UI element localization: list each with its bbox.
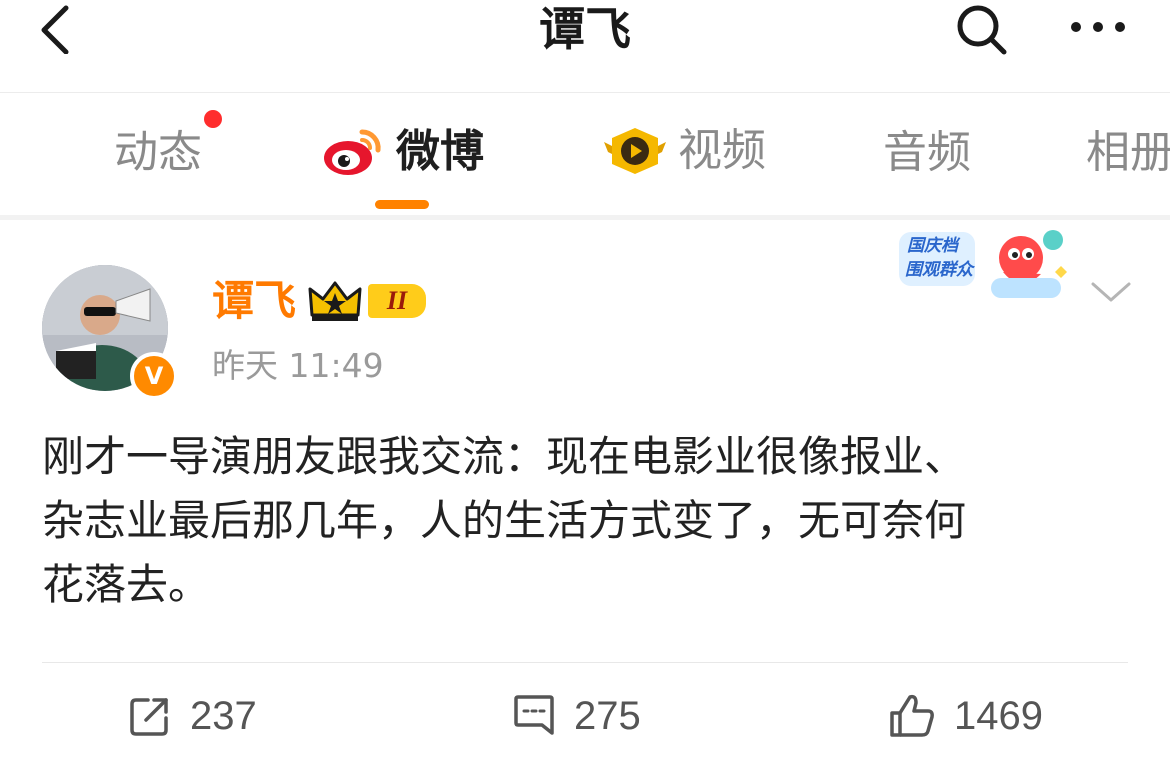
active-tab-indicator bbox=[375, 200, 429, 209]
tab-audio[interactable]: 音频 bbox=[883, 128, 971, 178]
comment-button[interactable]: 275 bbox=[512, 690, 641, 742]
repost-count: 237 bbox=[190, 694, 257, 738]
national-day-sticker[interactable]: 国庆档 围观群众 bbox=[895, 222, 1085, 310]
level-badge-label: II bbox=[386, 286, 408, 315]
notification-dot bbox=[204, 110, 222, 128]
divider bbox=[42, 662, 1128, 663]
like-button[interactable]: 1469 bbox=[888, 690, 1043, 742]
tab-weibo[interactable]: 微博 bbox=[322, 126, 484, 178]
thumbs-up-icon bbox=[890, 694, 934, 737]
tab-audio-label: 音频 bbox=[883, 127, 971, 178]
chevron-down-icon[interactable] bbox=[1090, 280, 1132, 304]
top-nav-bar: 谭飞 bbox=[0, 0, 1170, 93]
tab-album[interactable]: 相册 bbox=[1086, 128, 1170, 178]
comment-icon bbox=[514, 695, 554, 735]
level-badge: II bbox=[368, 284, 427, 318]
post-time: 昨天 11:49 bbox=[212, 346, 384, 385]
tab-dynamic[interactable]: 动态 bbox=[114, 128, 202, 178]
repost-button[interactable]: 237 bbox=[128, 690, 257, 742]
verified-badge: V bbox=[130, 352, 178, 400]
sticker-line-1: 国庆档 bbox=[907, 236, 958, 256]
weibo-logo-icon bbox=[324, 129, 381, 175]
search-icon[interactable] bbox=[954, 2, 1008, 56]
sticker-line-2: 围观群众 bbox=[905, 260, 973, 280]
video-play-icon bbox=[604, 128, 666, 174]
post-text-line: 花落去。 bbox=[42, 560, 211, 609]
tab-video-label: 视频 bbox=[678, 125, 766, 176]
crown-icon bbox=[308, 281, 362, 321]
comment-count: 275 bbox=[574, 694, 641, 738]
username[interactable]: 谭飞 bbox=[212, 276, 296, 326]
tab-dynamic-label: 动态 bbox=[114, 127, 202, 178]
tab-video[interactable]: 视频 bbox=[604, 126, 766, 176]
post-author-row: 谭飞 II bbox=[212, 276, 427, 326]
more-dots-icon[interactable] bbox=[1068, 10, 1128, 44]
post-text: 刚才一导演朋友跟我交流：现在电影业很像报业、 杂志业最后那几年，人的生活方式变了… bbox=[42, 425, 1132, 617]
post-text-line: 刚才一导演朋友跟我交流：现在电影业很像报业、 bbox=[42, 432, 967, 481]
tab-album-label: 相册 bbox=[1086, 127, 1170, 178]
like-count: 1469 bbox=[954, 694, 1043, 738]
share-icon bbox=[130, 698, 168, 736]
tab-weibo-label: 微博 bbox=[396, 126, 484, 177]
post-text-line: 杂志业最后那几年，人的生活方式变了，无可奈何 bbox=[42, 496, 967, 545]
profile-tab-bar: 动态 微博 视频 音频 相册 bbox=[0, 93, 1170, 220]
